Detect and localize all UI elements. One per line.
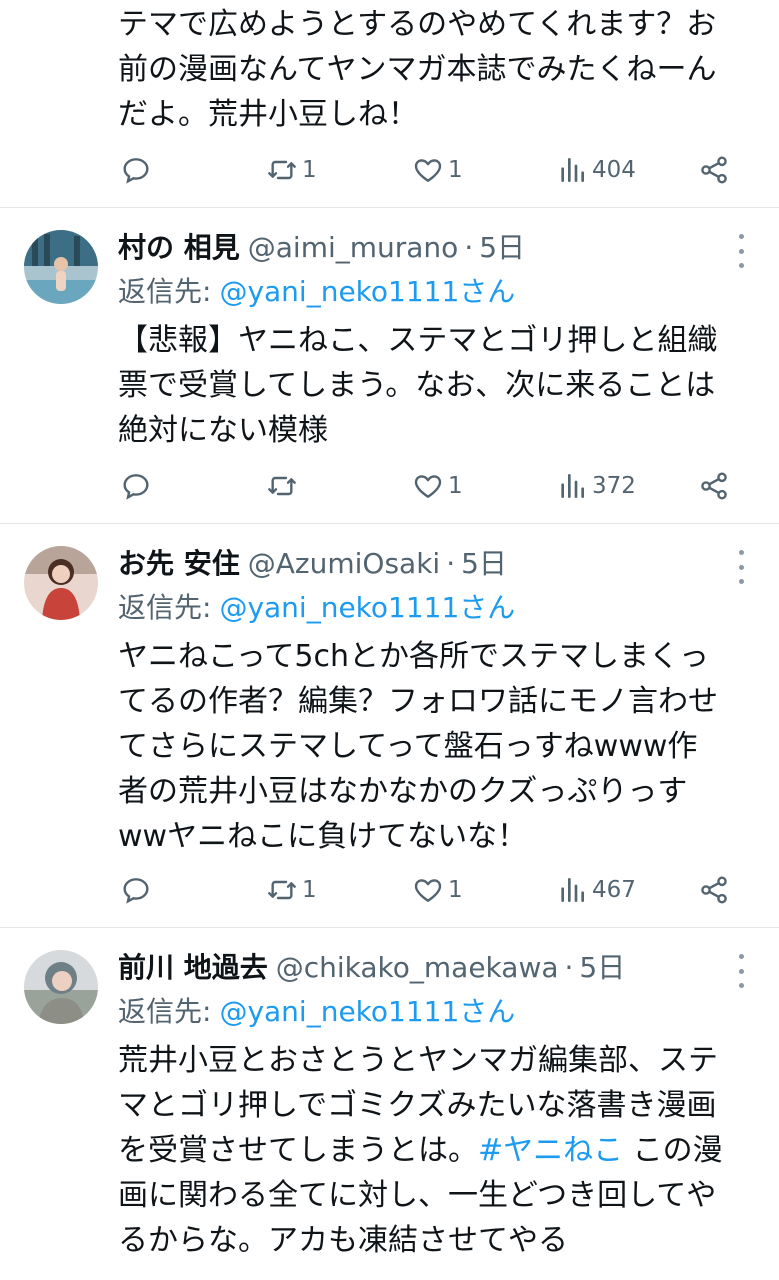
timestamp[interactable]: 5日 <box>579 951 625 984</box>
tweet-text: 【悲報】ヤニねこ、ステマとゴリ押しと組織 票で受賞してしまう。なお、次に来ること… <box>118 323 718 448</box>
display-name[interactable]: 村の 相見 <box>118 231 240 264</box>
reply-button[interactable] <box>120 150 156 190</box>
more-button[interactable] <box>731 954 751 988</box>
avatar-image <box>24 950 98 1024</box>
separator-dot: · <box>564 951 574 984</box>
tweet[interactable]: お先 安住 @AzumiOsaki · 5日 返信先: @yani_neko1111さん… <box>0 524 779 928</box>
tweet[interactable]: テマで広めようとするのやめてくれます？お 前の漫画なんてヤンマガ本誌でみたくねー… <box>0 0 779 208</box>
more-icon <box>738 550 744 555</box>
timestamp[interactable]: 5日 <box>461 547 507 580</box>
timestamp[interactable]: 5日 <box>479 231 525 264</box>
retweet-icon <box>268 880 296 900</box>
reply-mention[interactable]: @yani_neko1111さん <box>219 995 515 1028</box>
reply-icon <box>123 878 149 904</box>
tweet-header: 村の 相見 @aimi_murano · 5日 <box>118 228 525 268</box>
tweet-header: お先 安住 @AzumiOsaki · 5日 <box>118 544 507 584</box>
retweet-button[interactable]: 1 <box>266 150 317 190</box>
reply-mention[interactable]: @yani_neko1111さん <box>219 591 515 624</box>
share-icon <box>701 156 727 184</box>
like-icon <box>414 879 442 902</box>
tweet[interactable]: 村の 相見 @aimi_murano · 5日 返信先: @yani_neko1111さ… <box>0 208 779 524</box>
reply-label: 返信先: <box>118 275 212 308</box>
display-name[interactable]: お先 安住 <box>118 547 240 580</box>
tweet-text: ヤニねこって5chとか各所でステマしまくっ てるの作者？編集？フォロワ話にモノ言… <box>118 639 718 854</box>
avatar[interactable] <box>24 230 98 304</box>
avatar-image <box>24 546 98 620</box>
reply-context: 返信先: @yani_neko1111さん <box>118 588 515 628</box>
share-button[interactable] <box>698 870 730 910</box>
views-icon <box>561 878 584 902</box>
display-name[interactable]: 前川 地過去 <box>118 951 268 984</box>
retweet-icon <box>268 160 296 180</box>
tweet-text: テマで広めようとするのやめてくれます？お 前の漫画なんてヤンマガ本誌でみたくねー… <box>118 7 717 132</box>
avatar-image <box>24 230 98 304</box>
like-button[interactable]: 1 <box>412 150 463 190</box>
reply-button[interactable] <box>120 466 156 506</box>
tweet[interactable]: 前川 地過去 @chikako_maekawa · 5日 返信先: @yani_neko… <box>0 928 779 1280</box>
hashtag-link[interactable]: #ヤニねこ <box>478 1133 623 1168</box>
retweet-button[interactable]: 1 <box>266 870 317 910</box>
reply-mention[interactable]: @yani_neko1111さん <box>219 275 515 308</box>
reply-icon <box>123 158 149 184</box>
reply-label: 返信先: <box>118 591 212 624</box>
like-icon <box>414 159 442 182</box>
share-button[interactable] <box>698 466 730 506</box>
separator-dot: · <box>464 231 474 264</box>
views-button[interactable]: 404 <box>556 150 636 190</box>
avatar[interactable] <box>24 950 98 1024</box>
tweet-text: 荒井小豆とおさとうとヤンマガ編集部、ステ マとゴリ押しでゴミクズみたいな落書き漫… <box>118 1043 723 1258</box>
views-button[interactable]: 372 <box>556 466 636 506</box>
username[interactable]: @AzumiOsaki <box>248 547 440 580</box>
reply-context: 返信先: @yani_neko1111さん <box>118 992 515 1032</box>
views-icon <box>561 158 584 182</box>
share-icon <box>701 876 727 904</box>
username[interactable]: @aimi_murano <box>248 231 459 264</box>
retweet-button[interactable] <box>266 466 302 506</box>
like-button[interactable]: 1 <box>412 466 463 506</box>
avatar[interactable] <box>24 546 98 620</box>
reply-label: 返信先: <box>118 995 212 1028</box>
views-icon <box>561 474 584 498</box>
retweet-icon <box>268 476 296 496</box>
more-button[interactable] <box>731 234 751 268</box>
username[interactable]: @chikako_maekawa <box>276 951 559 984</box>
reply-icon <box>123 474 149 500</box>
more-icon <box>738 234 744 239</box>
tweet-actions: 1 1 467 <box>120 870 740 910</box>
separator-dot: · <box>446 547 456 580</box>
more-icon <box>738 954 744 959</box>
share-button[interactable] <box>698 150 730 190</box>
tweet-actions: 1 1 404 <box>120 150 740 190</box>
like-button[interactable]: 1 <box>412 870 463 910</box>
more-button[interactable] <box>731 550 751 584</box>
share-icon <box>701 472 727 500</box>
reply-context: 返信先: @yani_neko1111さん <box>118 272 515 312</box>
like-icon <box>414 475 442 498</box>
views-button[interactable]: 467 <box>556 870 636 910</box>
tweet-actions: 1 372 <box>120 466 740 506</box>
tweet-header: 前川 地過去 @chikako_maekawa · 5日 <box>118 948 625 988</box>
reply-button[interactable] <box>120 870 156 910</box>
